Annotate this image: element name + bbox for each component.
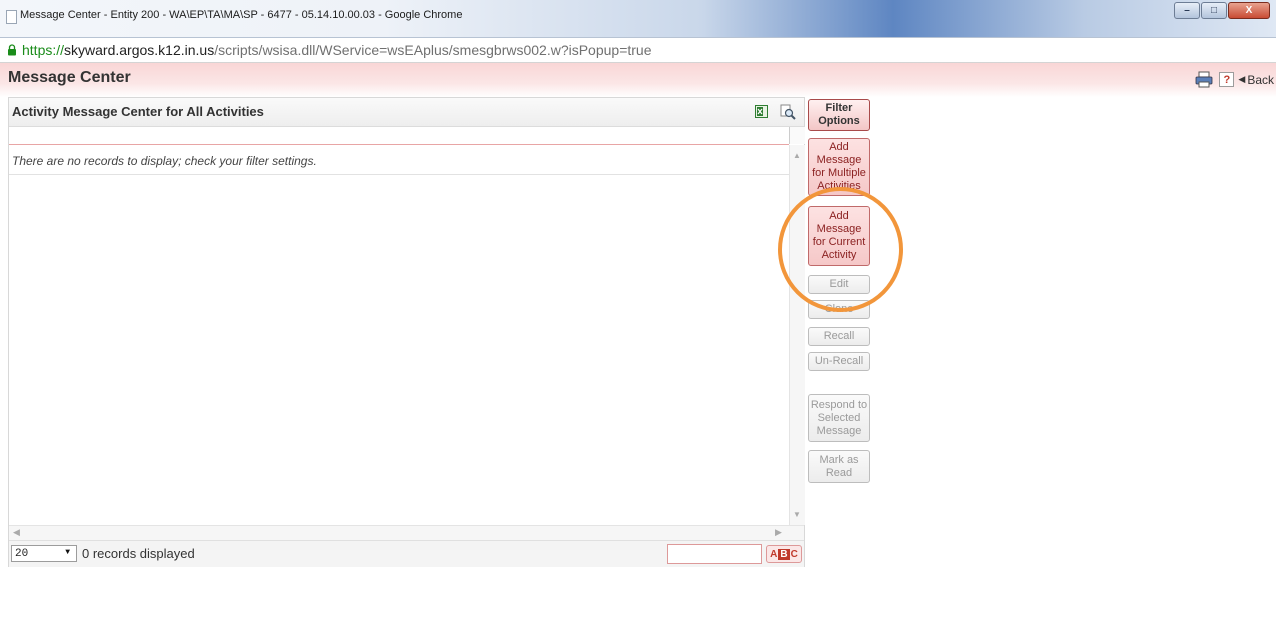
url-path: /scripts/wsisa.dll/WService=wsEAplus/sme… bbox=[214, 42, 652, 58]
horizontal-scrollbar[interactable]: ◀ ▶ bbox=[9, 525, 804, 540]
recall-button[interactable]: Recall bbox=[808, 327, 870, 346]
excel-export-icon[interactable] bbox=[755, 105, 768, 118]
print-icon[interactable] bbox=[1195, 71, 1213, 88]
window-title: Message Center - Entity 200 - WA\EP\TA\M… bbox=[20, 9, 463, 21]
find-icon[interactable] bbox=[780, 104, 796, 120]
chevron-down-icon: ▼ bbox=[65, 548, 70, 557]
filter-options-button[interactable]: Filter Options bbox=[808, 99, 870, 131]
window-titlebar: Message Center - Entity 200 - WA\EP\TA\M… bbox=[0, 0, 1276, 38]
url-text[interactable]: https://skyward.argos.k12.in.us/scripts/… bbox=[22, 42, 652, 58]
column-header-row bbox=[9, 127, 789, 145]
scroll-right-icon[interactable]: ▶ bbox=[775, 527, 782, 538]
abc-letter-b: B bbox=[778, 548, 790, 560]
page-title: Message Center bbox=[8, 69, 131, 86]
quick-search-input[interactable] bbox=[667, 544, 762, 564]
records-count: 0 records displayed bbox=[82, 546, 195, 561]
close-button[interactable]: X bbox=[1228, 2, 1270, 19]
url-host: skyward.argos.k12.in.us bbox=[64, 42, 215, 58]
url-scheme: https:// bbox=[22, 42, 65, 58]
row-divider bbox=[9, 174, 789, 175]
grid-footer: 20 ▼ 0 records displayed A B C bbox=[9, 540, 804, 567]
respond-button[interactable]: Respond to Selected Message bbox=[808, 394, 870, 442]
address-bar[interactable]: https://skyward.argos.k12.in.us/scripts/… bbox=[0, 38, 1276, 63]
abc-letter-a: A bbox=[770, 548, 778, 560]
back-arrow-icon: ◀ bbox=[1238, 74, 1246, 84]
scroll-down-icon[interactable]: ▼ bbox=[793, 510, 801, 519]
scroll-up-icon[interactable]: ▲ bbox=[793, 151, 801, 160]
page-size-select[interactable]: 20 ▼ bbox=[11, 545, 77, 562]
lock-icon bbox=[8, 44, 16, 56]
header-scroll-gutter bbox=[789, 127, 805, 144]
abc-letter-c: C bbox=[790, 548, 798, 560]
page-icon bbox=[6, 10, 17, 24]
page-header: Message Center ? ◀ Back bbox=[0, 63, 1276, 97]
scroll-left-icon[interactable]: ◀ bbox=[13, 527, 20, 538]
header-tools: ? ◀ Back bbox=[1195, 71, 1274, 88]
minimize-button[interactable]: – bbox=[1174, 2, 1200, 19]
grid-header: Activity Message Center for All Activiti… bbox=[9, 98, 804, 127]
back-label: Back bbox=[1247, 72, 1274, 87]
help-button[interactable]: ? bbox=[1219, 72, 1235, 87]
alphabet-search-button[interactable]: A B C bbox=[766, 545, 802, 563]
message-grid: Activity Message Center for All Activiti… bbox=[8, 97, 805, 567]
page-size-value: 20 bbox=[15, 547, 29, 560]
grid-title: Activity Message Center for All Activiti… bbox=[12, 104, 264, 119]
unrecall-button[interactable]: Un-Recall bbox=[808, 352, 870, 371]
back-button[interactable]: ◀ Back bbox=[1238, 73, 1274, 87]
highlight-circle bbox=[778, 187, 903, 312]
maximize-button[interactable]: □ bbox=[1201, 2, 1227, 19]
mark-as-read-button[interactable]: Mark as Read bbox=[808, 450, 870, 483]
empty-message: There are no records to display; check y… bbox=[12, 154, 317, 168]
window-controls: – □ X bbox=[1173, 2, 1270, 19]
